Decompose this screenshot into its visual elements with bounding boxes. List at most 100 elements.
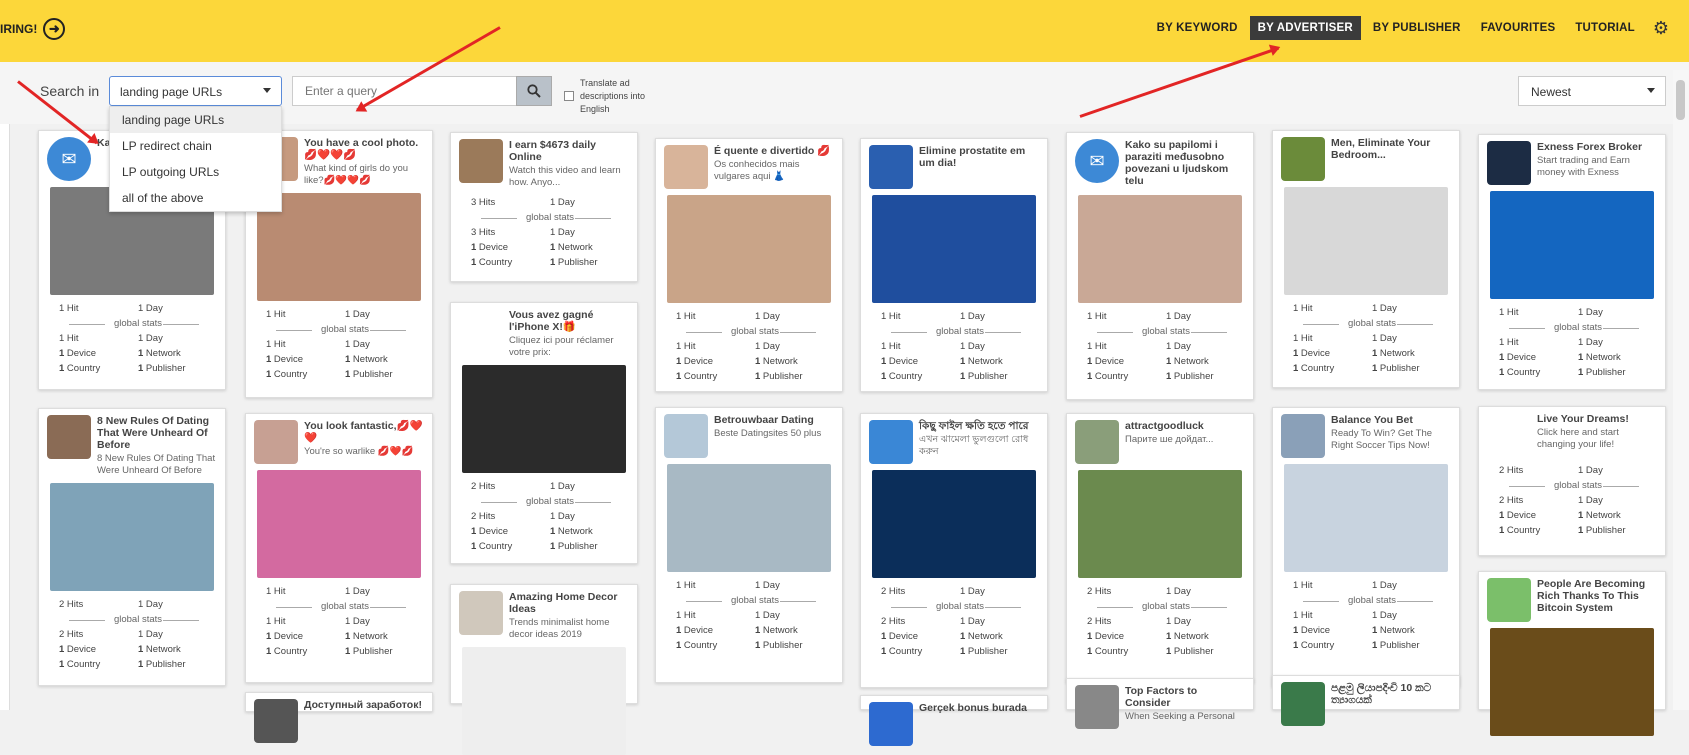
ad-image [1284,464,1448,572]
global-stats-divider: global stats [266,324,424,335]
global-days-count: 1 Day [1372,610,1397,621]
ad-stats: 1 Hit 1 Day global stats 1 Hit 1 Day 1 Dev… [1281,580,1451,651]
mail-icon: ✉ [1075,139,1119,183]
publisher-count: 1 Publisher [1166,646,1214,657]
country-count: 1 Country [881,371,923,382]
option-lp-redirect-chain[interactable]: LP redirect chain [110,133,281,159]
global-days-count: 1 Day [345,616,370,627]
scrollbar[interactable] [1673,70,1689,710]
ad-card[interactable]: Amazing Home Decor Ideas Trends minimalis… [450,584,638,755]
ad-card[interactable]: 8 New Rules Of Dating That Were Unheard … [38,408,226,686]
ad-header: You look fantastic,💋❤️❤️ You're so warlik… [254,420,424,464]
country-count: 1 Country [1293,640,1335,651]
nav-by-advertiser[interactable]: BY ADVERTISER [1249,16,1361,40]
publisher-count: 1 Publisher [960,646,1008,657]
ad-stats: 1 Hit 1 Day global stats 1 Hit 1 Day 1 Dev… [1075,311,1245,382]
ad-card[interactable]: Elimine prostatite em um dia! 1 Hit 1 Day… [860,138,1048,392]
ad-title: Exness Forex Broker [1537,141,1643,153]
global-stats-divider: global stats [1087,326,1245,337]
sort-select[interactable]: Newest [1518,76,1666,106]
ad-thumbnail [869,145,913,189]
ad-title: É quente e divertido 💋 [714,145,831,157]
translate-checkbox[interactable] [564,91,574,101]
global-stats-divider: global stats [1087,601,1245,612]
ad-thumbnail [254,699,298,743]
ad-thumbnail [459,139,503,183]
global-stats-divider: global stats [1293,595,1451,606]
ad-card[interactable]: Vous avez gagné l'iPhone X!🎁 Cliquez ici … [450,302,638,564]
ad-title: Kako su papilomi i paraziti međusobno po… [1125,139,1229,187]
global-hits-count: 3 Hits [471,227,496,238]
ad-header: Men, Eliminate Your Bedroom... [1281,137,1451,181]
ad-description: Cliquez ici pour réclamer votre prix: [509,335,614,358]
option-landing-page-urls[interactable]: landing page URLs [110,107,281,133]
ad-card[interactable]: Gerçek bonus burada [860,695,1048,746]
days-count: 1 Day [1578,465,1603,476]
ad-stats: 1 Hit 1 Day global stats 1 Hit 1 Day 1 Dev… [254,586,424,657]
scrollbar-thumb[interactable] [1676,80,1685,120]
ad-description: Парите ше дойдат... [1125,434,1214,445]
country-count: 1 Country [1087,371,1129,382]
ad-card[interactable]: Доступный заработок! [245,692,433,743]
option-lp-outgoing-urls[interactable]: LP outgoing URLs [110,159,281,185]
global-stats-divider: global stats [471,212,629,223]
country-count: 1 Country [881,646,923,657]
nav-by-keyword[interactable]: BY KEYWORD [1149,16,1246,40]
hits-count: 1 Hit [266,586,286,597]
ad-card[interactable]: People Are Becoming Rich Thanks To This … [1478,571,1666,736]
hiring-link[interactable]: IRING! ➜ [0,18,66,40]
publisher-count: 1 Publisher [1578,525,1626,536]
ad-card[interactable]: Exness Forex Broker Start trading and Ear… [1478,134,1666,390]
search-scope-select[interactable]: landing page URLs [109,76,282,106]
ad-card[interactable]: attractgoodluck Парите ше дойдат... 2 Hit… [1066,413,1254,683]
ad-stats: 1 Hit 1 Day global stats 1 Hit 1 Day 1 Dev… [664,580,834,651]
global-hits-count: 2 Hits [881,616,906,627]
ad-card[interactable]: É quente e divertido 💋 Os conhecidos mais… [655,138,843,392]
device-count: 1 Device [676,356,713,367]
ad-card[interactable]: Live Your Dreams! Click here and start ch… [1478,406,1666,556]
global-stats-divider: global stats [59,614,217,625]
nav-tutorial[interactable]: TUTORIAL [1567,16,1643,40]
ad-card[interactable]: ✉ Kako su papilomi i paraziti međusobno … [1066,132,1254,400]
days-count: 1 Day [1166,586,1191,597]
global-stats-divider: global stats [676,595,834,606]
nav-by-publisher[interactable]: BY PUBLISHER [1365,16,1469,40]
publisher-count: 1 Publisher [755,640,803,651]
nav-favourites[interactable]: FAVOURITES [1473,16,1564,40]
ad-card[interactable]: Men, Eliminate Your Bedroom... 1 Hit 1 Da… [1272,130,1460,388]
ad-image [872,470,1036,578]
ad-card[interactable]: কিছু ফাইল ক্ষতি হতে পারে এখন ঝামেলা ভুলগু… [860,413,1048,688]
search-button[interactable] [516,76,552,106]
hits-count: 2 Hits [1087,586,1112,597]
ad-header: Elimine prostatite em um dia! [869,145,1039,189]
hits-count: 1 Hit [881,311,901,322]
days-count: 1 Day [960,311,985,322]
ad-card[interactable]: Balance You Bet Ready To Win? Get The Rig… [1272,407,1460,687]
ad-image [1284,187,1448,295]
ad-stats: 1 Hit 1 Day global stats 1 Hit 1 Day 1 Dev… [869,311,1039,382]
ad-thumbnail [254,420,298,464]
mail-icon: ✉ [47,137,91,181]
days-count: 1 Day [138,303,163,314]
ad-thumbnail [1487,413,1531,457]
ad-description: এখন ঝামেলা ভুলগুলো রোধ করুন [919,434,1029,457]
country-count: 1 Country [266,646,308,657]
network-count: 1 Network [345,631,388,642]
global-stats-divider: global stats [1499,480,1657,491]
device-count: 1 Device [881,631,918,642]
network-count: 1 Network [960,631,1003,642]
ad-card[interactable]: Betrouwbaar Dating Beste Datingsites 50 p… [655,407,843,683]
country-count: 1 Country [1499,525,1541,536]
ad-stats: 3 Hits 1 Day global stats 3 Hits 1 Day 1 D… [459,197,629,268]
ad-card[interactable]: පළමු ලියාපදිංචි 10 කට ත්‍යාගයක් [1272,675,1460,726]
ad-card[interactable]: Top Factors to Consider When Seeking a Pe… [1066,678,1254,729]
gear-icon[interactable]: ⚙ [1653,18,1669,39]
publisher-count: 1 Publisher [1372,363,1420,374]
ad-card[interactable]: You look fantastic,💋❤️❤️ You're so warlik… [245,413,433,683]
device-count: 1 Device [1087,356,1124,367]
ad-thumbnail [1075,685,1119,729]
option-all-of-the-above[interactable]: all of the above [110,185,281,211]
country-count: 1 Country [471,541,513,552]
days-count: 1 Day [1372,580,1397,591]
ad-card[interactable]: I earn $4673 daily Online Watch this vide… [450,132,638,282]
